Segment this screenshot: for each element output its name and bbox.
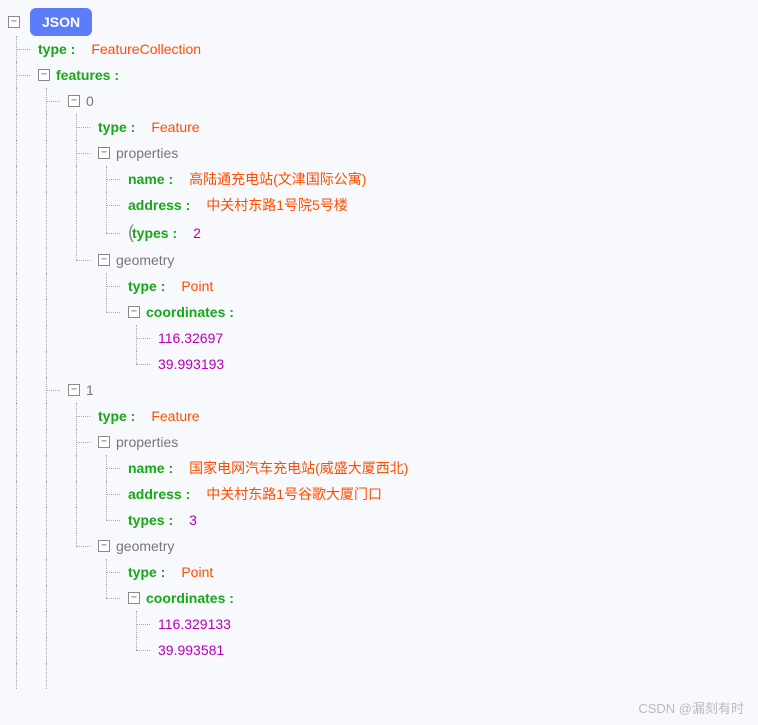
geom-type-row: type : Point	[8, 273, 750, 299]
collapse-icon[interactable]: −	[98, 254, 110, 266]
geometry-row[interactable]: − geometry	[8, 533, 750, 559]
array-index-row[interactable]: − 1	[8, 377, 750, 403]
collapse-icon[interactable]: −	[128, 306, 140, 318]
coord-row: 39.993581	[8, 637, 750, 663]
key-label: coordinates :	[146, 301, 234, 323]
key-label: name :	[128, 168, 173, 190]
types-row: types : 3	[8, 507, 750, 533]
value-string: Point	[181, 275, 213, 297]
value-string: Point	[181, 561, 213, 583]
key-label: type :	[38, 38, 75, 60]
root-row[interactable]: − JSON	[8, 8, 750, 36]
coord-row: 39.993193	[8, 351, 750, 377]
types-row: ( types : 2	[8, 218, 750, 247]
coordinates-row[interactable]: − coordinates :	[8, 299, 750, 325]
collapse-icon[interactable]: −	[8, 16, 20, 28]
collapse-icon[interactable]: −	[68, 384, 80, 396]
root-badge: JSON	[30, 8, 92, 36]
array-index: 0	[86, 90, 94, 112]
continuation	[8, 663, 750, 689]
value-number: 116.329133	[158, 613, 231, 635]
array-index: 1	[86, 379, 94, 401]
collapse-icon[interactable]: −	[98, 540, 110, 552]
key-label: types :	[128, 509, 173, 531]
value-string: 高陆通充电站(文津国际公寓)	[189, 168, 366, 190]
value-string: 国家电网汽车充电站(威盛大厦西北)	[189, 457, 408, 479]
geometry-row[interactable]: − geometry	[8, 247, 750, 273]
type-row: type : Feature	[8, 403, 750, 429]
json-tree: − JSON type : FeatureCollection − featur…	[8, 8, 750, 689]
value-number: 39.993581	[158, 639, 224, 661]
value-string: 中关村东路1号院5号楼	[206, 194, 348, 216]
address-row: address : 中关村东路1号谷歌大厦门口	[8, 481, 750, 507]
key-label: type :	[98, 116, 135, 138]
key-label: features :	[56, 64, 119, 86]
collapse-icon[interactable]: −	[38, 69, 50, 81]
key-label: types :	[132, 222, 177, 244]
properties-row[interactable]: − properties	[8, 429, 750, 455]
collapse-icon[interactable]: −	[98, 147, 110, 159]
object-label: properties	[116, 142, 178, 164]
value-number: 2	[193, 222, 201, 244]
key-label: address :	[128, 194, 190, 216]
value-string: FeatureCollection	[91, 38, 201, 60]
array-index-row[interactable]: − 0	[8, 88, 750, 114]
features-row[interactable]: − features :	[8, 62, 750, 88]
value-number: 116.32697	[158, 327, 223, 349]
type-row: type : Feature	[8, 114, 750, 140]
name-row: name : 高陆通充电站(文津国际公寓)	[8, 166, 750, 192]
key-label: coordinates :	[146, 587, 234, 609]
coord-row: 116.32697	[8, 325, 750, 351]
key-label: name :	[128, 457, 173, 479]
address-row: address : 中关村东路1号院5号楼	[8, 192, 750, 218]
watermark: CSDN @漏刻有时	[638, 698, 744, 717]
collapse-icon[interactable]: −	[68, 95, 80, 107]
name-row: name : 国家电网汽车充电站(威盛大厦西北)	[8, 455, 750, 481]
coord-row: 116.329133	[8, 611, 750, 637]
value-number: 39.993193	[158, 353, 224, 375]
value-string: 中关村东路1号谷歌大厦门口	[206, 483, 382, 505]
value-string: Feature	[151, 116, 199, 138]
collapse-icon[interactable]: −	[98, 436, 110, 448]
key-label: type :	[128, 275, 165, 297]
collapse-icon[interactable]: −	[128, 592, 140, 604]
object-label: geometry	[116, 535, 174, 557]
properties-row[interactable]: − properties	[8, 140, 750, 166]
value-string: Feature	[151, 405, 199, 427]
value-number: 3	[189, 509, 197, 531]
key-label: type :	[98, 405, 135, 427]
object-label: properties	[116, 431, 178, 453]
key-label: address :	[128, 483, 190, 505]
key-label: type :	[128, 561, 165, 583]
type-row: type : FeatureCollection	[8, 36, 750, 62]
object-label: geometry	[116, 249, 174, 271]
geom-type-row: type : Point	[8, 559, 750, 585]
coordinates-row[interactable]: − coordinates :	[8, 585, 750, 611]
